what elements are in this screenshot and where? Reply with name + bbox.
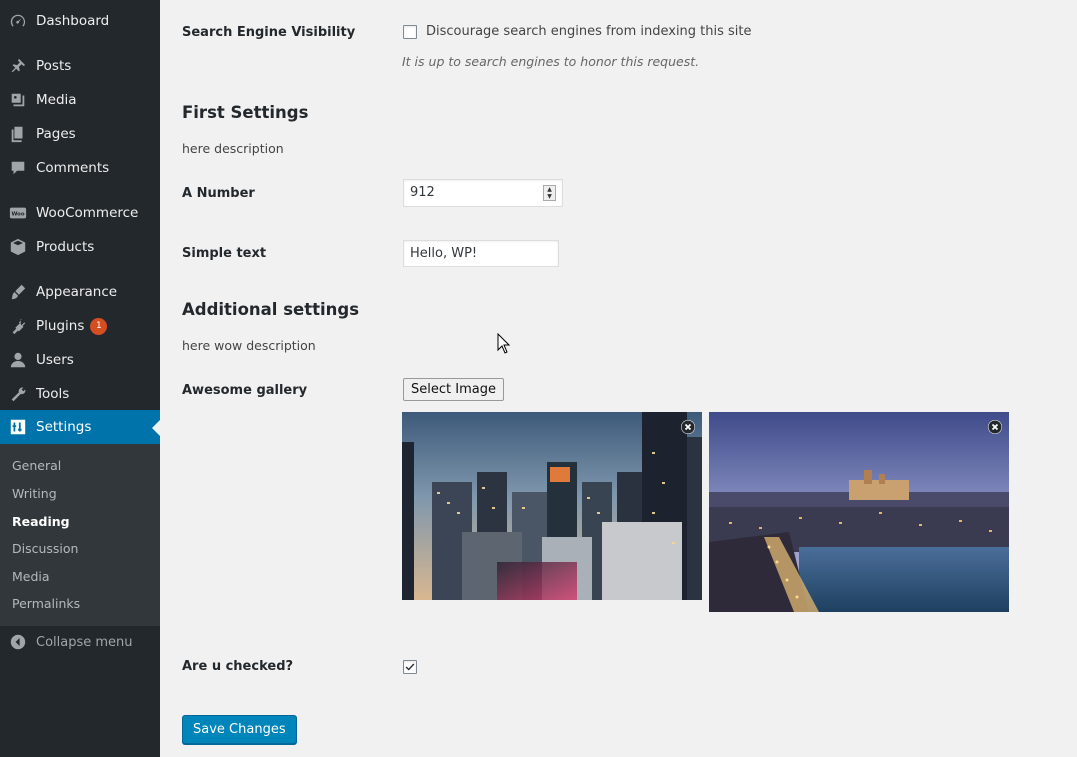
menu-label: Media bbox=[36, 92, 77, 108]
gallery-image-prague[interactable] bbox=[709, 412, 1009, 612]
settings-icon bbox=[0, 410, 36, 444]
admin-sidebar: Dashboard Posts Media Pages Comments Woo… bbox=[0, 0, 160, 757]
svg-text:Woo: Woo bbox=[11, 211, 24, 217]
menu-label: Settings bbox=[36, 419, 92, 435]
search-visibility-description: It is up to search engines to honor this… bbox=[402, 54, 700, 69]
submenu-permalinks[interactable]: Permalinks bbox=[12, 596, 80, 611]
checked-label: Are u checked? bbox=[182, 659, 294, 674]
menu-label: Users bbox=[36, 352, 74, 368]
simple-text-value: Hello, WP! bbox=[410, 246, 478, 261]
update-count-badge: 1 bbox=[90, 317, 108, 335]
menu-item-products[interactable]: Products bbox=[0, 230, 160, 264]
menu-label: Plugins bbox=[36, 318, 85, 334]
collapse-menu-button[interactable]: Collapse menu bbox=[0, 626, 160, 658]
simple-text-input[interactable]: Hello, WP! bbox=[403, 240, 559, 267]
menu-label: Posts bbox=[36, 58, 72, 74]
number-label: A Number bbox=[182, 186, 255, 201]
remove-image-icon[interactable] bbox=[681, 420, 695, 434]
number-value: 912 bbox=[410, 185, 435, 200]
menu-item-media[interactable]: Media bbox=[0, 83, 160, 117]
checkmark-icon bbox=[405, 663, 415, 671]
submenu-general[interactable]: General bbox=[12, 458, 61, 473]
discourage-search-checkbox[interactable] bbox=[403, 25, 417, 39]
gallery-label: Awesome gallery bbox=[182, 383, 308, 398]
simple-text-label: Simple text bbox=[182, 246, 267, 261]
collapse-label: Collapse menu bbox=[36, 634, 133, 650]
menu-label: WooCommerce bbox=[36, 205, 139, 221]
submenu-discussion[interactable]: Discussion bbox=[12, 541, 78, 556]
menu-item-settings[interactable]: Settings bbox=[0, 410, 160, 444]
menu-item-tools[interactable]: Tools bbox=[0, 377, 160, 411]
menu-item-plugins[interactable]: Plugins 1 bbox=[0, 309, 160, 343]
menu-label: Products bbox=[36, 239, 95, 255]
search-visibility-label: Search Engine Visibility bbox=[182, 25, 356, 40]
first-settings-title: First Settings bbox=[182, 103, 309, 122]
products-icon bbox=[0, 230, 36, 264]
brush-icon bbox=[0, 275, 36, 309]
remove-image-icon[interactable] bbox=[988, 420, 1002, 434]
menu-label: Dashboard bbox=[36, 13, 110, 29]
menu-item-dashboard[interactable]: Dashboard bbox=[0, 4, 160, 38]
save-changes-button[interactable]: Save Changes bbox=[182, 715, 297, 744]
additional-settings-title: Additional settings bbox=[182, 300, 360, 319]
additional-settings-description: here wow description bbox=[182, 338, 316, 353]
pages-icon bbox=[0, 117, 36, 151]
submenu-media[interactable]: Media bbox=[12, 569, 50, 584]
menu-item-comments[interactable]: Comments bbox=[0, 151, 160, 185]
settings-submenu: General Writing Reading Discussion Media… bbox=[0, 444, 160, 626]
select-image-button[interactable]: Select Image bbox=[403, 378, 504, 401]
menu-item-woocommerce[interactable]: Woo WooCommerce bbox=[0, 196, 160, 230]
spin-down-icon[interactable]: ▼ bbox=[544, 193, 555, 200]
submenu-reading[interactable]: Reading bbox=[12, 514, 70, 529]
plugin-icon bbox=[0, 309, 36, 343]
are-u-checked-checkbox[interactable] bbox=[403, 660, 417, 674]
number-input[interactable]: 912 ▲ ▼ bbox=[403, 179, 563, 207]
menu-label: Comments bbox=[36, 160, 110, 176]
first-settings-description: here description bbox=[182, 141, 284, 156]
spin-up-icon[interactable]: ▲ bbox=[544, 186, 555, 193]
mouse-cursor-icon bbox=[497, 333, 511, 354]
menu-label: Appearance bbox=[36, 284, 118, 300]
menu-item-appearance[interactable]: Appearance bbox=[0, 275, 160, 309]
menu-label: Pages bbox=[36, 126, 76, 142]
submenu-writing[interactable]: Writing bbox=[12, 486, 57, 501]
pin-icon bbox=[0, 49, 36, 83]
menu-item-pages[interactable]: Pages bbox=[0, 117, 160, 151]
discourage-search-label[interactable]: Discourage search engines from indexing … bbox=[426, 24, 752, 39]
media-icon bbox=[0, 83, 36, 117]
menu-item-users[interactable]: Users bbox=[0, 343, 160, 377]
menu-item-posts[interactable]: Posts bbox=[0, 49, 160, 83]
number-spinner[interactable]: ▲ ▼ bbox=[543, 185, 556, 201]
woocommerce-icon: Woo bbox=[0, 196, 36, 230]
wrench-icon bbox=[0, 377, 36, 411]
collapse-arrow-icon bbox=[0, 634, 36, 650]
menu-label: Tools bbox=[36, 386, 70, 402]
comment-icon bbox=[0, 151, 36, 185]
user-icon bbox=[0, 343, 36, 377]
dashboard-icon bbox=[0, 4, 36, 38]
gallery-image-city[interactable] bbox=[402, 412, 702, 600]
